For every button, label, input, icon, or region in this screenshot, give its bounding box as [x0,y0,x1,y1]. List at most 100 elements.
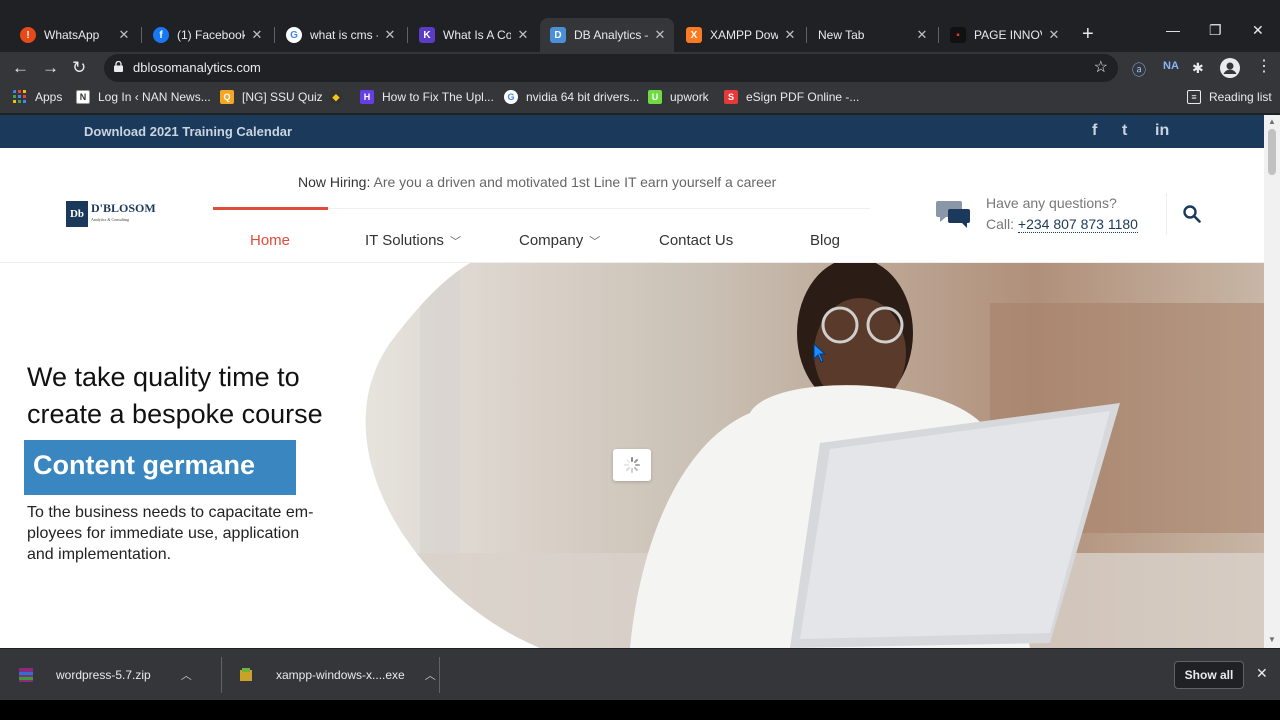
bookmark-nvidia[interactable]: G nvidia 64 bit drivers... [504,90,639,104]
downloads-bar: wordpress-5.7.zip ︿ xampp-windows-x....e… [0,648,1280,700]
extension-icon[interactable]: ⓐ [1132,60,1146,80]
phone-link[interactable]: +234 807 873 1180 [1017,216,1138,233]
close-downloads-icon[interactable]: ✕ [1256,665,1268,682]
site-logo[interactable]: Db D'BLOSOM Analytics & Consulting [66,201,156,227]
close-icon[interactable]: ✕ [1046,27,1062,43]
twitter-icon[interactable]: t [1122,122,1127,140]
nav-contact-us[interactable]: Contact Us [659,232,733,249]
bookmark-label: eSign PDF Online -... [746,90,860,104]
back-arrow-icon[interactable]: ← [12,56,29,80]
reload-icon[interactable]: ↻ [72,56,86,80]
scroll-down-icon[interactable]: ▼ [1268,635,1276,644]
tab-title: PAGE INNOVA [974,28,1042,42]
chevron-down-icon: ﹀ [589,236,601,248]
hiring-label: Now Hiring: [298,174,371,190]
tab-db-analytics[interactable]: D DB Analytics – ✕ [540,18,674,52]
reading-list-label: Reading list [1209,90,1272,104]
menu-kebab-icon[interactable]: ⋮ [1256,56,1272,76]
lock-icon [114,61,123,72]
translate-extension-icon[interactable]: NA [1163,60,1179,72]
tab-divider [407,27,408,43]
nav-blog[interactable]: Blog [810,232,840,249]
db-icon: D [550,27,566,43]
bookmark-esign[interactable]: S eSign PDF Online -... [724,90,859,104]
bookmark-upwork[interactable]: U upwork [648,90,709,104]
whatsapp-icon: ! [20,27,36,43]
bookmark-star-icon[interactable]: ☆ [1094,57,1108,77]
page-scrollbar[interactable]: ▲ ▼ [1264,115,1280,648]
new-tab-button[interactable]: + [1082,24,1094,44]
close-icon[interactable]: ✕ [782,27,798,43]
apps-icon [13,90,26,103]
search-icon[interactable] [1183,205,1201,223]
reading-list-button[interactable]: ≡ Reading list [1187,90,1272,104]
close-icon[interactable]: ✕ [116,27,132,43]
download-item-xampp[interactable]: xampp-windows-x....exe ︿ [238,649,436,701]
facebook-icon: f [153,27,169,43]
bookmark-apps[interactable]: Apps [13,90,62,104]
close-window-button[interactable]: ✕ [1252,22,1264,39]
show-all-button[interactable]: Show all [1174,661,1244,689]
scroll-up-icon[interactable]: ▲ [1268,117,1276,126]
hero-headline: We take quality time to create a bespoke… [27,362,323,429]
tab-facebook[interactable]: f (1) Facebook ✕ [143,20,271,50]
scroll-thumb[interactable] [1268,129,1276,175]
loading-spinner [613,449,651,481]
site-header: Db D'BLOSOM Analytics & Consulting Now H… [0,148,1264,263]
logo-wordmark: D'BLOSOM Analytics & Consulting [91,201,156,222]
profile-avatar-icon[interactable] [1220,58,1240,78]
tab-title: WhatsApp [44,28,100,42]
bookmark-label: upwork [670,90,709,104]
logo-mark: Db [66,201,88,227]
close-icon[interactable]: ✕ [249,27,265,43]
spinner-icon [624,457,640,473]
bookmark-label: [NG] SSU Quiz [242,90,323,104]
site-topbar: Download 2021 Training Calendar f t in [0,115,1264,148]
nav-home[interactable]: Home [250,232,290,249]
facebook-icon[interactable]: f [1092,122,1097,140]
tab-title: New Tab [818,28,865,42]
close-icon[interactable]: ✕ [515,27,531,43]
close-icon[interactable]: ✕ [382,27,398,43]
tab-page-innova[interactable]: ▪ PAGE INNOVA ✕ [940,20,1068,50]
hiring-announcement[interactable]: Now Hiring: Are you a driven and motivat… [298,174,776,190]
nav-company[interactable]: Company ﹀ [519,232,600,249]
maximize-button[interactable]: ❐ [1209,22,1222,39]
download-calendar-link[interactable]: Download 2021 Training Calendar [84,124,292,139]
questions-label: Have any questions? [986,195,1117,211]
tab-google-search[interactable]: G what is cms - G ✕ [276,20,404,50]
url-text: dblosomanalytics.com [133,60,261,75]
download-divider [221,657,222,693]
bookmark-how-to-fix[interactable]: H How to Fix The Upl... [360,90,494,104]
nav-it-solutions[interactable]: IT Solutions ﹀ [365,232,461,249]
nan-icon: N [76,90,90,104]
chevron-up-icon[interactable]: ︿ [425,667,436,683]
browser-window: ! WhatsApp ✕ f (1) Facebook ✕ G what is … [0,0,1280,720]
bookmark-nan-news[interactable]: N Log In ‹ NAN News... [76,90,211,104]
bookmark-label: nvidia 64 bit drivers... [526,90,640,104]
tab-title: What Is A Cont [443,28,511,42]
chevron-up-icon[interactable]: ︿ [181,667,192,683]
tab-title: what is cms - G [310,28,378,42]
esign-icon: S [724,90,738,104]
forward-arrow-icon[interactable]: → [42,56,59,80]
hero-subtext: To the business needs to capacitate em-p… [27,504,314,563]
download-item-wordpress[interactable]: wordpress-5.7.zip ︿ [18,649,192,701]
minimize-button[interactable]: — [1166,22,1180,38]
bookmark-ssu-quiz[interactable]: Q [NG] SSU Quiz [220,90,323,104]
bookmark-dark-icon: ◆ [329,90,343,104]
page-icon: ▪ [950,27,966,43]
puzzle-icon[interactable]: ✱ [1192,60,1204,77]
address-bar[interactable]: dblosomanalytics.com ☆ [104,54,1118,82]
linkedin-icon[interactable]: in [1155,122,1169,140]
tab-xampp[interactable]: X XAMPP Downl ✕ [676,20,804,50]
close-icon[interactable]: ✕ [914,27,930,43]
bookmark-label: How to Fix The Upl... [382,90,494,104]
tab-what-is-a-cont[interactable]: K What Is A Cont ✕ [409,20,537,50]
tab-whatsapp[interactable]: ! WhatsApp ✕ [10,20,138,50]
close-icon[interactable]: ✕ [652,27,668,43]
bottom-edge [0,700,1280,720]
tab-new-tab[interactable]: New Tab ✕ [808,20,936,50]
bookmark-dark[interactable]: ◆ [329,90,351,104]
hero-section: We take quality time to create a bespoke… [0,263,1264,648]
